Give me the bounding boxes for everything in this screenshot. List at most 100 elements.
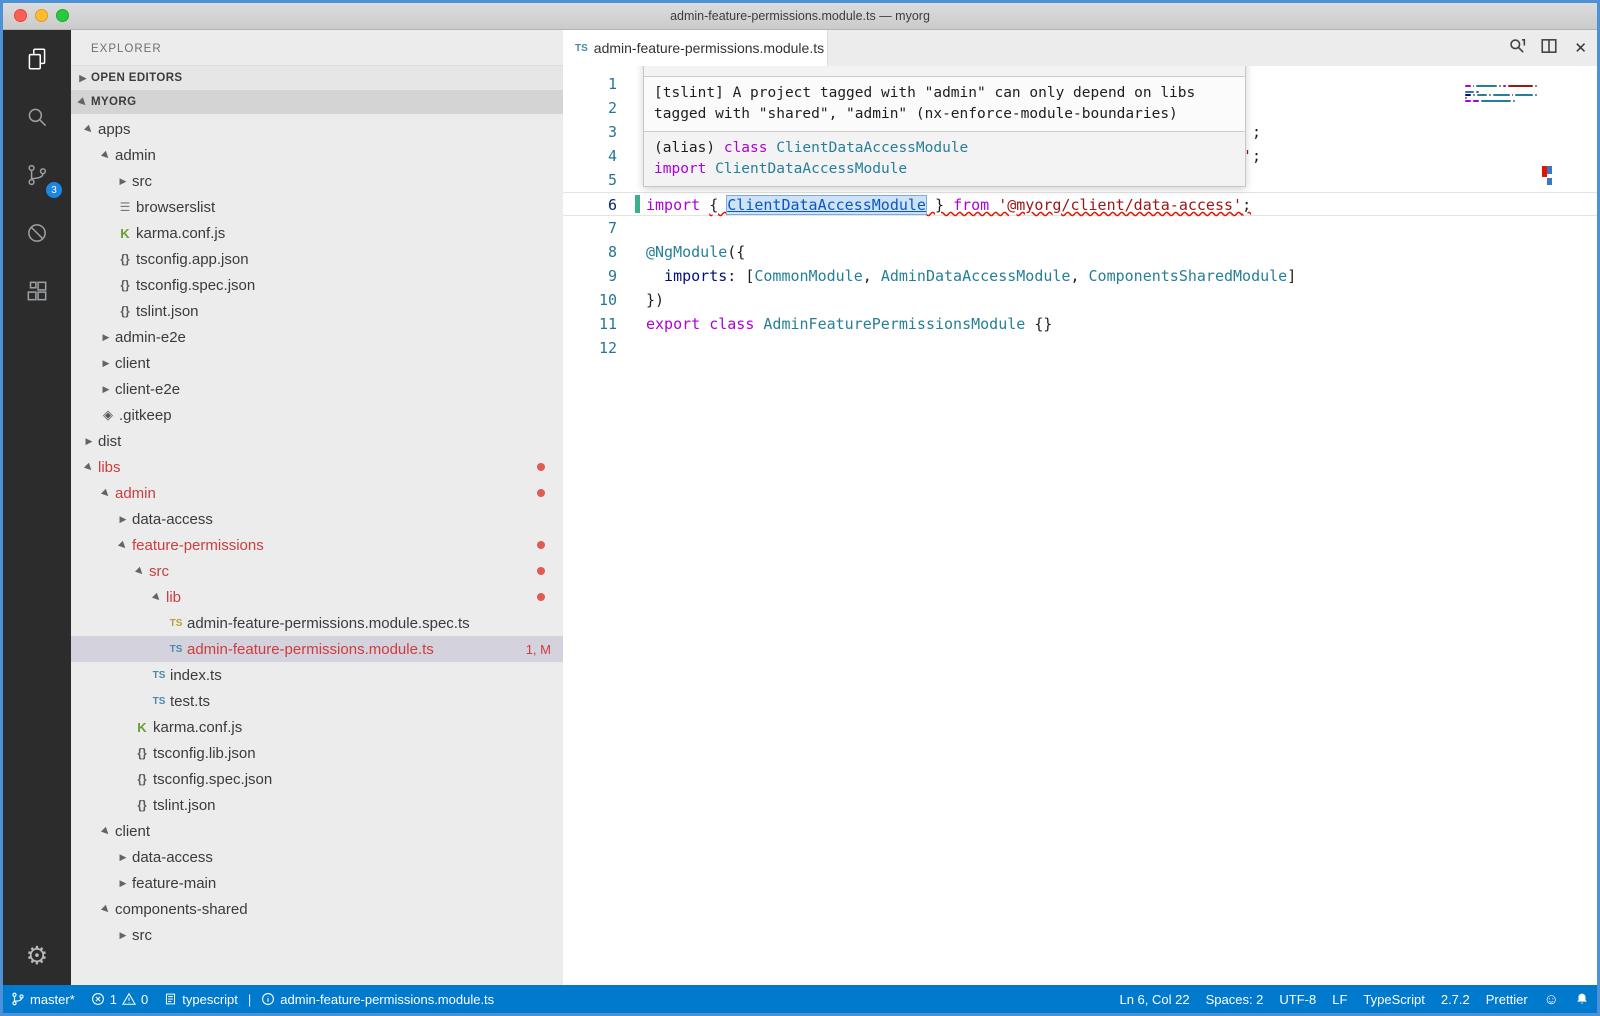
line-number: 11 [563,312,643,336]
line-number: 5 [563,168,643,192]
code-line-9[interactable]: 9 imports: [CommonModule, AdminDataAcces… [563,264,1597,288]
feedback-smiley-icon[interactable]: ☺ [1536,985,1567,1013]
tree-file-index.ts[interactable]: TSindex.ts [71,662,563,688]
chevron-expanded-icon: ▶ [96,483,115,502]
active-file-status[interactable]: admin-feature-permissions.module.ts [253,985,502,1013]
search-icon[interactable] [3,88,71,146]
tree-item-label: feature-permissions [132,537,264,554]
tree-item-label: tslint.json [136,303,199,320]
linter-status[interactable]: typescript [156,985,246,1013]
tree-folder-feature-main[interactable]: ▶feature-main [71,870,563,896]
tree-folder-src[interactable]: ▶src [71,922,563,948]
code-line-11[interactable]: 11export class AdminFeaturePermissionsMo… [563,312,1597,336]
tree-file-tsconfig.app.json[interactable]: {}tsconfig.app.json [71,246,563,272]
notifications-bell-icon[interactable] [1567,985,1597,1013]
tree-folder-apps[interactable]: ▶apps [71,116,563,142]
tree-item-label: admin-feature-permissions.module.ts [187,641,434,658]
minimize-window-button[interactable] [35,9,48,22]
debug-icon[interactable] [3,204,71,262]
editor-tab[interactable]: TS admin-feature-permissions.module.ts [563,30,828,66]
minimap-line [1465,91,1537,93]
tree-folder-src[interactable]: ▶src [71,558,563,584]
close-editor-icon[interactable]: ✕ [1572,39,1589,57]
line-number: 4 [563,144,643,168]
tree-item-label: test.ts [170,693,210,710]
tree-folder-admin-e2e[interactable]: ▶admin-e2e [71,324,563,350]
minimap-token [1476,91,1478,93]
source-control-icon[interactable]: 3 [3,146,71,204]
code-line-7[interactable]: 7 [563,216,1597,240]
alias-line: (alias) class ClientDataAccessModule [654,138,1235,159]
explorer-icon[interactable] [3,30,71,88]
tree-folder-client-e2e[interactable]: ▶client-e2e [71,376,563,402]
tree-folder-data-access[interactable]: ▶data-access [71,506,563,532]
problems-status[interactable]: 1 0 [83,985,156,1013]
chevron-collapsed-icon: ▶ [115,878,131,889]
eol-status[interactable]: LF [1324,985,1355,1013]
open-changes-icon[interactable] [1508,37,1526,60]
tree-file-admin-feature-permissions.module.spec.ts[interactable]: TSadmin-feature-permissions.module.spec.… [71,610,563,636]
split-editor-icon[interactable] [1540,37,1558,60]
tree-file-karma.conf.js[interactable]: Kkarma.conf.js [71,714,563,740]
tree-folder-admin[interactable]: ▶admin [71,142,563,168]
workspace-root-header[interactable]: ▶ MYORG [71,90,563,114]
tree-folder-src[interactable]: ▶src [71,168,563,194]
tree-file-tsconfig.spec.json[interactable]: {}tsconfig.spec.json [71,272,563,298]
settings-gear-icon[interactable]: ⚙ [3,941,71,971]
code-token: class [715,66,767,67]
tree-folder-dist[interactable]: ▶dist [71,428,563,454]
tree-file-tsconfig.lib.json[interactable]: {}tsconfig.lib.json [71,740,563,766]
tree-file-karma.conf.js[interactable]: Kkarma.conf.js [71,220,563,246]
code-token: ; [1252,147,1261,165]
tree-item-label: feature-main [132,875,216,892]
linter-status-icon [164,992,177,1006]
code-line-8[interactable]: 8@NgModule({ [563,240,1597,264]
hover-signature: export class ClientDataAccessModule {} [644,66,1245,76]
tree-file-.gitkeep[interactable]: ◈.gitkeep [71,402,563,428]
formatter-status[interactable]: Prettier [1478,985,1536,1013]
open-editors-header[interactable]: ▶ OPEN EDITORS [71,65,563,90]
tree-item-label: index.ts [170,667,222,684]
indentation-status[interactable]: Spaces: 2 [1198,985,1272,1013]
code-line-12[interactable]: 12 [563,336,1597,360]
tree-folder-libs[interactable]: ▶libs [71,454,563,480]
tree-folder-admin[interactable]: ▶admin [71,480,563,506]
minimap-token [1473,100,1478,102]
tree-folder-feature-permissions[interactable]: ▶feature-permissions [71,532,563,558]
json-file-icon: {} [115,304,135,318]
tree-file-admin-feature-permissions.module.ts[interactable]: TSadmin-feature-permissions.module.ts1, … [71,636,563,662]
tree-item-label: .gitkeep [119,407,172,424]
cursor-position[interactable]: Ln 6, Col 22 [1111,985,1197,1013]
close-window-button[interactable] [14,9,27,22]
extensions-icon[interactable] [3,262,71,320]
tree-file-tslint.json[interactable]: {}tslint.json [71,298,563,324]
minimap[interactable] [1465,70,1537,106]
language-mode[interactable]: TypeScript [1355,985,1432,1013]
git-branch-status[interactable]: master* [3,985,83,1013]
code-line-6[interactable]: 6import { ClientDataAccessModule } from … [563,192,1597,216]
code-token: , [1070,267,1088,285]
code-token: (alias) [654,140,724,156]
tree-folder-client[interactable]: ▶client [71,350,563,376]
code-line-10[interactable]: 10}) [563,288,1597,312]
tree-item-label: admin [115,147,156,164]
tree-folder-client[interactable]: ▶client [71,818,563,844]
tree-folder-lib[interactable]: ▶lib [71,584,563,610]
zoom-window-button[interactable] [56,9,69,22]
tree-file-tslint.json[interactable]: {}tslint.json [71,792,563,818]
ts-version[interactable]: 2.7.2 [1433,985,1478,1013]
tree-folder-components-shared[interactable]: ▶components-shared [71,896,563,922]
error-dot [537,489,545,497]
tree-item-label: tsconfig.spec.json [136,277,255,294]
code-editor[interactable]: 123456import { ClientDataAccessModule } … [563,66,1597,985]
tree-file-test.ts[interactable]: TStest.ts [71,688,563,714]
line-number: 12 [563,336,643,360]
error-dot [537,593,545,601]
code-token: from [953,196,998,214]
minimap-line [1465,76,1537,78]
encoding-status[interactable]: UTF-8 [1271,985,1324,1013]
tree-file-browserslist[interactable]: ☰browserslist [71,194,563,220]
tree-folder-data-access[interactable]: ▶data-access [71,844,563,870]
tree-item-label: lib [166,589,181,606]
tree-file-tsconfig.spec.json[interactable]: {}tsconfig.spec.json [71,766,563,792]
